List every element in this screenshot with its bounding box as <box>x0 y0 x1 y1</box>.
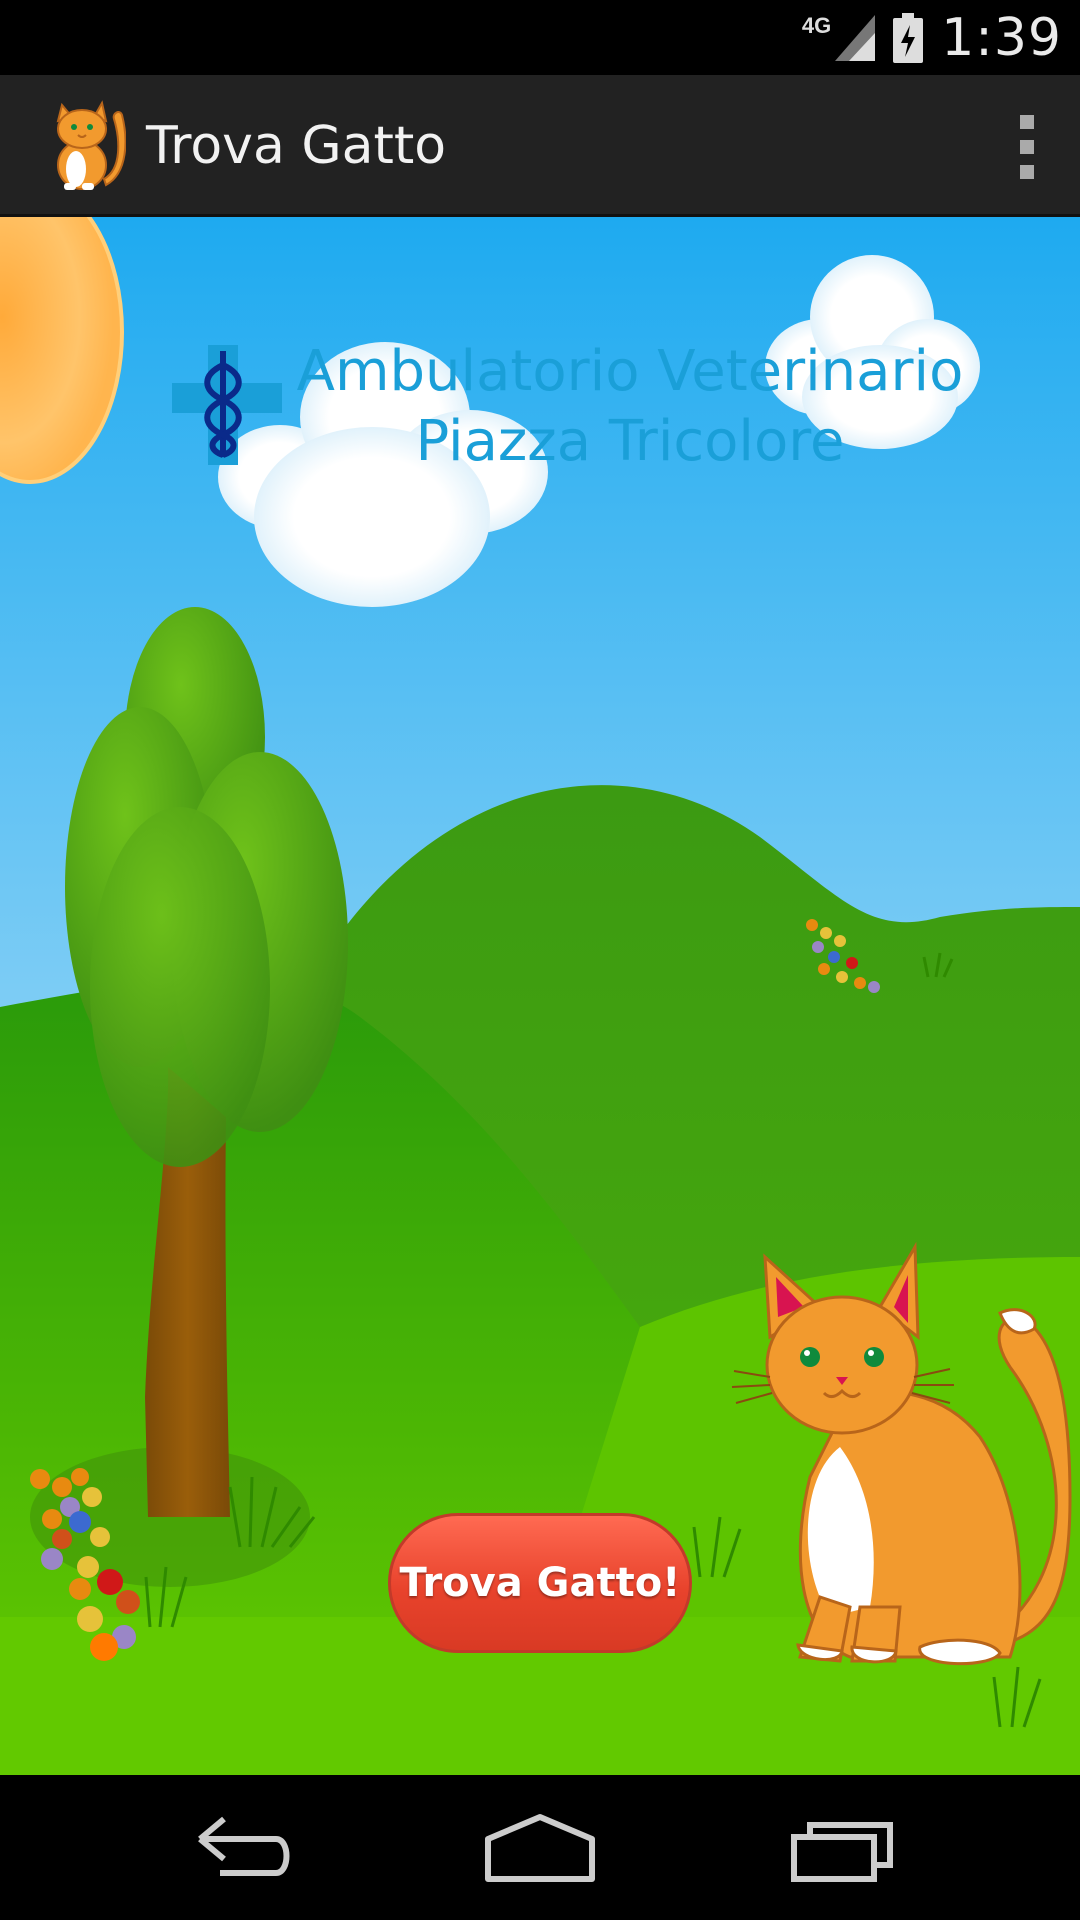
battery-charging-icon <box>893 12 924 63</box>
status-bar: 4G 1:39 <box>0 0 1080 75</box>
home-icon[interactable] <box>480 1811 600 1885</box>
clinic-name: Ambulatorio Veterinario Piazza Tricolore <box>250 337 1010 477</box>
back-icon[interactable] <box>180 1811 300 1885</box>
action-bar: Trova Gatto <box>0 75 1080 217</box>
status-clock: 1:39 <box>941 7 1062 68</box>
network-type-label: 4G <box>801 12 832 38</box>
signal-icon <box>835 14 876 61</box>
clinic-name-line2: Piazza Tricolore <box>415 409 845 474</box>
cat-app-icon[interactable] <box>42 99 126 191</box>
main-content: Ambulatorio Veterinario Piazza Tricolore… <box>0 217 1080 1775</box>
overflow-menu-icon[interactable] <box>1012 115 1042 179</box>
find-cat-button[interactable]: Trova Gatto! <box>388 1513 692 1653</box>
navigation-bar <box>0 1775 1080 1920</box>
app-title: Trova Gatto <box>146 116 447 176</box>
clinic-name-line1: Ambulatorio Veterinario <box>296 339 964 404</box>
recent-apps-icon[interactable] <box>780 1811 900 1885</box>
